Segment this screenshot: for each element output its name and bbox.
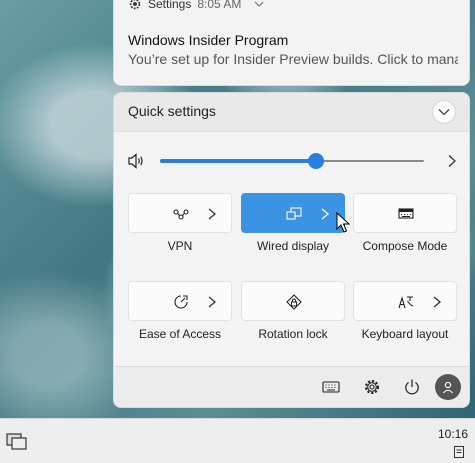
- wired-display-icon: [286, 207, 302, 220]
- settings-gear-icon: [129, 0, 141, 10]
- vpn-button[interactable]: [128, 193, 232, 233]
- notification-app-name: Settings: [148, 0, 192, 11]
- volume-slider[interactable]: [160, 153, 424, 169]
- taskbar-clock[interactable]: 10:16: [438, 427, 468, 441]
- tile-label: Wired display: [256, 239, 330, 253]
- rotation-lock-button[interactable]: [241, 281, 345, 321]
- keyboard-layout-icon: [398, 296, 414, 309]
- settings-gear-icon[interactable]: [362, 377, 382, 397]
- chevron-right-icon[interactable]: [207, 294, 217, 310]
- notification-center-icon[interactable]: [453, 445, 465, 459]
- power-icon[interactable]: [402, 377, 422, 397]
- notification-time: 8:05 AM: [197, 0, 242, 11]
- notification-title: Windows Insider Program: [128, 32, 289, 48]
- speaker-icon[interactable]: [128, 153, 146, 169]
- user-avatar[interactable]: [435, 374, 461, 400]
- tile-wired-display: Wired display: [241, 193, 345, 253]
- tile-compose-mode: Compose Mode: [353, 193, 457, 253]
- ease-of-access-button[interactable]: [128, 281, 232, 321]
- keyboard-compose-icon: [398, 208, 414, 219]
- notification-body: You’re set up for Insider Preview builds…: [128, 51, 458, 67]
- quick-settings-title: Quick settings: [128, 103, 216, 119]
- wired-display-button[interactable]: [241, 193, 345, 233]
- keyboard-icon[interactable]: [321, 377, 341, 397]
- tile-label: VPN: [167, 239, 193, 253]
- tile-vpn: VPN: [128, 193, 232, 253]
- quick-settings-footer: [114, 366, 469, 407]
- tile-keyboard-layout: Keyboard layout: [353, 281, 457, 341]
- tile-label: Compose Mode: [362, 239, 448, 253]
- notification-header: Settings 8:05 AM: [128, 0, 265, 11]
- tile-label: Ease of Access: [138, 327, 222, 341]
- tile-ease-of-access: Ease of Access: [128, 281, 232, 341]
- volume-slider-thumb[interactable]: [307, 153, 324, 169]
- tile-rotation-lock: Rotation lock: [241, 281, 345, 341]
- volume-slider-fill: [160, 159, 316, 163]
- taskbar: 10:16: [0, 418, 475, 463]
- quick-settings-header: Quick settings: [114, 93, 469, 132]
- rotation-lock-icon: [286, 294, 302, 310]
- keyboard-layout-button[interactable]: [353, 281, 457, 321]
- chevron-right-icon[interactable]: [320, 206, 330, 222]
- chevron-right-icon[interactable]: [432, 294, 442, 310]
- compose-mode-button[interactable]: [353, 193, 457, 233]
- tile-label: Keyboard layout: [361, 327, 449, 341]
- vpn-icon: [173, 209, 189, 220]
- chevron-down-icon[interactable]: [253, 0, 265, 10]
- ease-of-access-icon: [174, 295, 188, 309]
- tile-label: Rotation lock: [258, 327, 328, 341]
- collapse-button[interactable]: [432, 100, 456, 124]
- user-avatar-icon: [443, 381, 453, 394]
- quick-settings-panel: Quick settings VPN Wired display Compose…: [113, 92, 470, 408]
- chevron-down-icon: [438, 109, 450, 116]
- volume-row: [128, 151, 458, 171]
- mouse-cursor-icon: [336, 212, 350, 233]
- task-view-icon[interactable]: [6, 433, 28, 451]
- chevron-right-icon[interactable]: [446, 154, 458, 168]
- chevron-right-icon[interactable]: [207, 206, 217, 222]
- notification-card[interactable]: Settings 8:05 AM Windows Insider Program…: [113, 0, 470, 86]
